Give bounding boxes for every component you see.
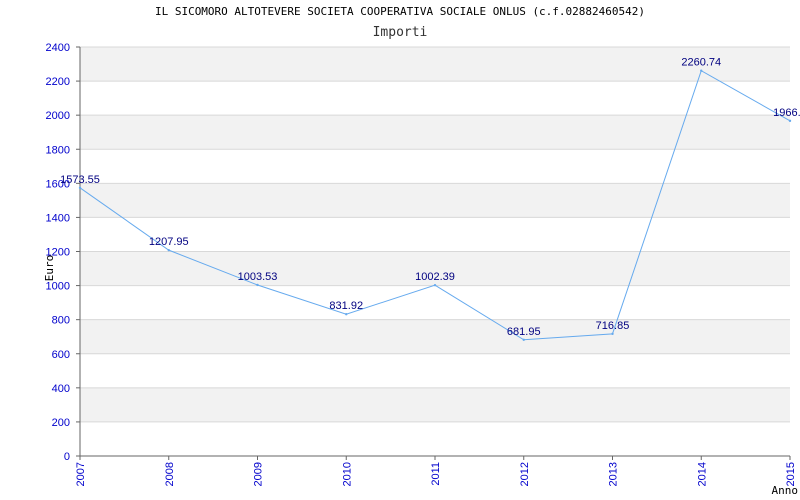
x-axis-label: Anno — [772, 484, 799, 497]
y-axis-label: Euro — [43, 255, 56, 282]
y-tick-label: 600 — [52, 349, 70, 361]
data-label: 1966.7 — [773, 107, 800, 119]
data-label: 1002.39 — [415, 271, 455, 283]
x-tick-label: 2011 — [430, 462, 442, 486]
x-tick-label: 2007 — [75, 462, 87, 486]
x-tick-label: 2013 — [608, 462, 620, 486]
data-label: 2260.74 — [681, 57, 721, 69]
y-tick-label: 2000 — [46, 110, 70, 122]
grid-band — [80, 319, 790, 354]
y-tick-label: 400 — [52, 383, 70, 395]
y-tick-label: 800 — [52, 315, 70, 327]
y-tick-labels: 0200400600800100012001400160018002000220… — [46, 42, 70, 463]
data-label: 1003.53 — [238, 271, 278, 283]
data-label: 1207.95 — [149, 236, 189, 248]
data-point — [433, 283, 437, 287]
data-label: 716.85 — [596, 320, 630, 332]
data-point — [78, 186, 82, 190]
data-point — [167, 248, 170, 252]
data-point — [700, 69, 703, 72]
data-label: 1573.55 — [60, 174, 100, 186]
grid-band — [80, 115, 790, 150]
data-point — [256, 283, 259, 287]
x-tick-labels: 2007 2008 2009 2010 2011 2012 2013 2014 2015 — [75, 462, 797, 486]
x-tick-label: 2014 — [696, 462, 708, 486]
x-tick-label: 2012 — [519, 462, 531, 486]
data-label: 681.95 — [507, 326, 541, 338]
y-tick-label: 1000 — [46, 281, 70, 293]
grid-band — [80, 387, 790, 422]
y-tick-label: 2400 — [46, 42, 70, 54]
x-tick-label: 2010 — [341, 462, 353, 486]
y-tick-label: 1400 — [46, 212, 70, 224]
data-point — [345, 313, 348, 316]
grid-bands — [80, 47, 790, 422]
data-point — [788, 119, 792, 123]
x-tick-label: 2008 — [164, 462, 176, 486]
x-tick-label: 2009 — [253, 462, 265, 486]
data-point — [611, 332, 614, 336]
data-label: 831.92 — [329, 300, 363, 312]
y-tick-label: 1800 — [46, 144, 70, 156]
data-point — [522, 338, 525, 341]
y-tick-label: 200 — [52, 417, 70, 429]
grid-band — [80, 183, 790, 218]
y-tick-label: 0 — [64, 451, 70, 463]
x-tick-label: 2015 — [785, 462, 797, 486]
y-tick-label: 2200 — [46, 76, 70, 88]
line-chart: 0200400600800100012001400160018002000220… — [43, 42, 800, 497]
